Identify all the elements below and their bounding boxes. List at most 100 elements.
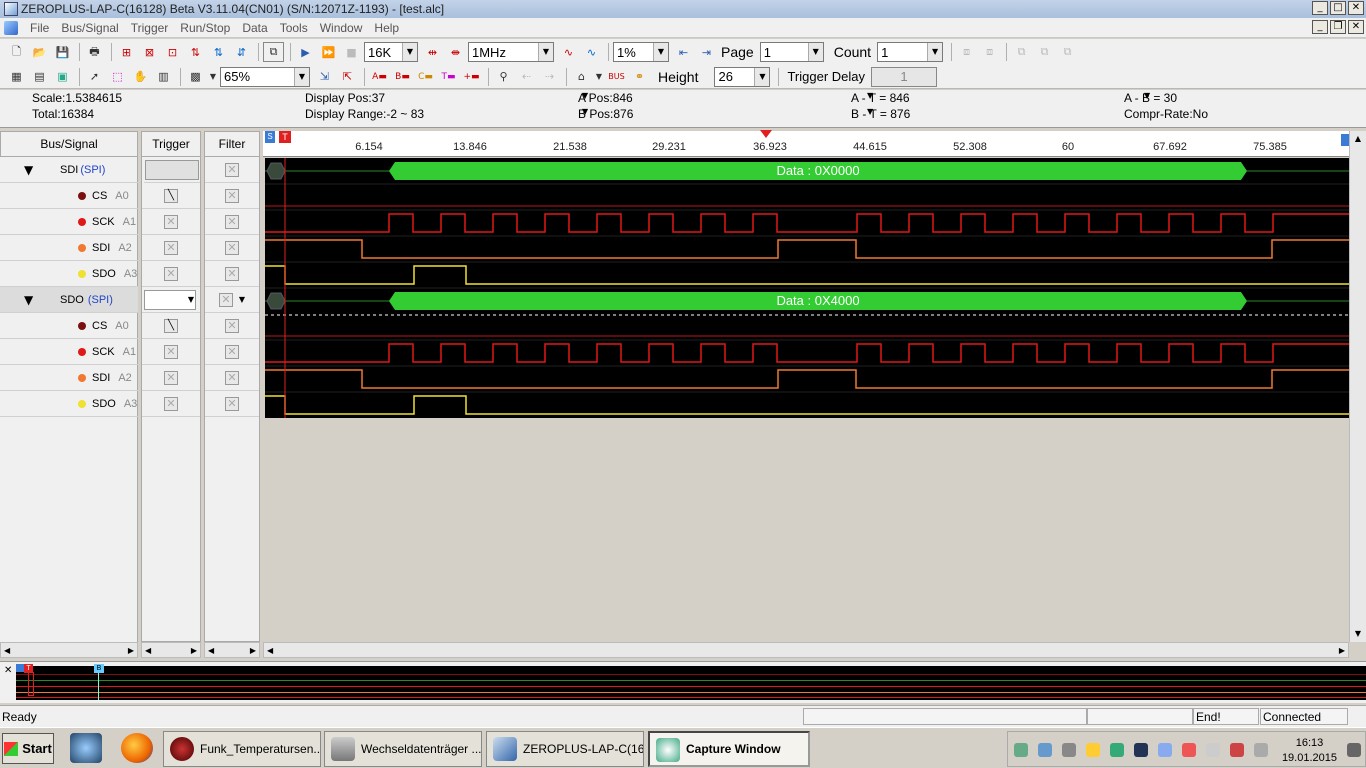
zoom-in-icon[interactable]: ⇲ <box>314 67 335 87</box>
doc-close-button[interactable]: ✕ <box>1348 20 1364 34</box>
bar-add-icon[interactable]: +▬ <box>461 67 482 87</box>
search-next-icon[interactable]: ⇢ <box>539 67 560 87</box>
home-dropdown-icon[interactable]: ▼ <box>594 67 604 87</box>
dont-care-icon[interactable]: ✕ <box>164 214 178 229</box>
monitor-tray-icon[interactable] <box>1134 743 1148 757</box>
filter-dropdown-icon[interactable]: ▼ <box>239 295 245 304</box>
memory-minus-icon[interactable]: ⇹ <box>422 42 443 62</box>
menu-trigger[interactable]: Trigger <box>125 21 175 35</box>
clock-wave-alt-icon[interactable]: ∿ <box>581 42 602 62</box>
search-prev-icon[interactable]: ⇠ <box>516 67 537 87</box>
hand-icon[interactable]: ✋ <box>130 67 151 87</box>
wireless-tray-icon[interactable] <box>1230 743 1244 757</box>
waveform-vscrollbar[interactable]: ▲ ▼ <box>1349 131 1366 642</box>
new-file-icon[interactable]: 🗋 <box>6 42 27 62</box>
trigger-c-icon[interactable]: ⇵ <box>231 42 252 62</box>
trigger-delay-field[interactable]: 1 <box>871 66 938 87</box>
trigger-header[interactable]: Trigger <box>141 131 201 157</box>
falling-edge-icon[interactable]: ╲ <box>164 318 178 333</box>
signal-row[interactable]: CS A0 <box>0 313 138 339</box>
prev-page-icon[interactable]: ⇤ <box>673 42 694 62</box>
waveform-hscrollbar[interactable]: ◀ ▶ <box>263 642 1349 658</box>
task-wechseldatentraeger[interactable]: Wechseldatenträger ... <box>324 731 482 767</box>
signal-row[interactable]: SDO A3 <box>0 261 138 287</box>
falling-edge-icon[interactable]: ╲ <box>164 188 178 203</box>
sample-rate-select[interactable]: 1MHz ▼ <box>468 42 554 62</box>
filter-off-icon[interactable]: ✕ <box>225 370 239 385</box>
network-tray-icon[interactable] <box>1158 743 1172 757</box>
trigger-b-icon[interactable]: ⇅ <box>208 42 229 62</box>
battery-tray-icon[interactable] <box>1206 743 1220 757</box>
disabled-tool-3-icon[interactable]: ⧉ <box>1011 42 1032 62</box>
filter-scrollbar[interactable]: ◀ ▶ <box>204 642 260 658</box>
collapse-icon[interactable]: ▼ <box>24 163 54 177</box>
bar-t-icon[interactable]: T▬ <box>438 67 459 87</box>
volume-tray-icon[interactable] <box>1254 743 1268 757</box>
state-view-icon[interactable]: ▣ <box>52 67 73 87</box>
run-repeat-icon[interactable]: ⏩ <box>318 42 339 62</box>
network-launcher-icon[interactable] <box>70 733 102 763</box>
trigger-marker[interactable]: T <box>279 131 291 143</box>
dropbox-tray-icon[interactable] <box>1038 743 1052 757</box>
channel-setup-icon[interactable]: ⊠ <box>139 42 160 62</box>
trigger-a-icon[interactable]: ⇅ <box>185 42 206 62</box>
overview-viewport-indicator[interactable] <box>28 672 34 696</box>
bus-row-sdi[interactable]: ▼ SDI (SPI) <box>0 157 138 183</box>
signal-row[interactable]: SDI A2 <box>0 365 138 391</box>
disabled-tool-1-icon[interactable]: ⧈ <box>956 42 977 62</box>
stop-icon[interactable]: ■ <box>341 42 362 62</box>
dont-care-icon[interactable]: ✕ <box>164 240 178 255</box>
overview-trigger-marker[interactable]: T <box>24 664 33 673</box>
doc-restore-button[interactable]: ❐ <box>1330 20 1346 34</box>
start-marker[interactable]: S <box>265 131 275 143</box>
menu-run-stop[interactable]: Run/Stop <box>174 21 236 35</box>
memory-plus-icon[interactable]: ⇼ <box>445 42 466 62</box>
doc-minimize-button[interactable]: _ <box>1312 20 1328 34</box>
filter-off-icon[interactable]: ✕ <box>225 240 239 255</box>
clock[interactable]: 16:13 19.01.2015 <box>1282 736 1337 766</box>
height-select[interactable]: 26 ▼ <box>714 66 771 87</box>
security-tray-icon[interactable] <box>1014 743 1028 757</box>
disabled-tool-4-icon[interactable]: ⧉ <box>1034 42 1055 62</box>
memory-depth-select[interactable]: 16K ▼ <box>364 42 418 62</box>
time-ruler[interactable]: S T 6.154 13.846 21.538 29.231 36.923 44… <box>263 130 1349 157</box>
clock-wave-icon[interactable]: ∿ <box>558 42 579 62</box>
dont-care-icon[interactable]: ✕ <box>164 370 178 385</box>
disabled-tool-5-icon[interactable]: ⧉ <box>1057 42 1078 62</box>
bus-icon[interactable]: BUS <box>606 67 627 87</box>
signal-row[interactable]: SCK A1 <box>0 339 138 365</box>
task-zeroplus[interactable]: ZEROPLUS-LAP-C(16... <box>486 731 644 767</box>
menu-bus-signal[interactable]: Bus/Signal <box>55 21 124 35</box>
dont-care-icon[interactable]: ✕ <box>164 396 178 411</box>
minimize-button[interactable]: _ <box>1312 1 1328 15</box>
bus-signal-header[interactable]: Bus/Signal <box>0 131 138 157</box>
trigger-scrollbar[interactable]: ◀ ▶ <box>141 642 201 658</box>
zoom-select[interactable]: 65% ▼ <box>220 66 310 87</box>
group-setup-icon[interactable]: ⊡ <box>162 42 183 62</box>
filter-off-icon[interactable]: ✕ <box>225 162 239 177</box>
zoom-grid-icon[interactable]: ▩ <box>185 67 206 87</box>
home-icon[interactable]: ⌂ <box>571 67 592 87</box>
waveform-empty-area[interactable] <box>263 418 1349 642</box>
disabled-tool-2-icon[interactable]: ⧈ <box>979 42 1000 62</box>
trigger-position-select[interactable]: 1% ▼ <box>613 42 669 62</box>
collapse-icon[interactable]: ▼ <box>24 293 54 307</box>
filter-off-icon[interactable]: ✕ <box>218 292 233 307</box>
menu-file[interactable]: File <box>24 21 55 35</box>
filter-off-icon[interactable]: ✕ <box>225 344 239 359</box>
waveform-display[interactable]: Data : 0X0000 Data : 0X4000 <box>265 158 1349 418</box>
zoom-dropdown-icon[interactable]: ▼ <box>208 67 218 87</box>
bus-row-sdo[interactable]: ▼ SDO (SPI) <box>0 287 138 313</box>
save-icon[interactable]: 💾 <box>52 42 73 62</box>
overview-strip[interactable]: ✕ T B <box>0 661 1366 703</box>
bus-setup-icon[interactable]: ⊞ <box>116 42 137 62</box>
signal-color-icon[interactable]: ⚭ <box>629 67 650 87</box>
firefox-icon[interactable] <box>121 733 153 763</box>
filter-off-icon[interactable]: ✕ <box>225 214 239 229</box>
bus-segment[interactable] <box>266 162 286 180</box>
tool-tray-icon[interactable] <box>1086 743 1100 757</box>
count-select[interactable]: 1 ▼ <box>877 42 944 62</box>
menu-data[interactable]: Data <box>236 21 273 35</box>
next-page-icon[interactable]: ⇥ <box>696 42 717 62</box>
signal-row[interactable]: SDO A3 <box>0 391 138 417</box>
